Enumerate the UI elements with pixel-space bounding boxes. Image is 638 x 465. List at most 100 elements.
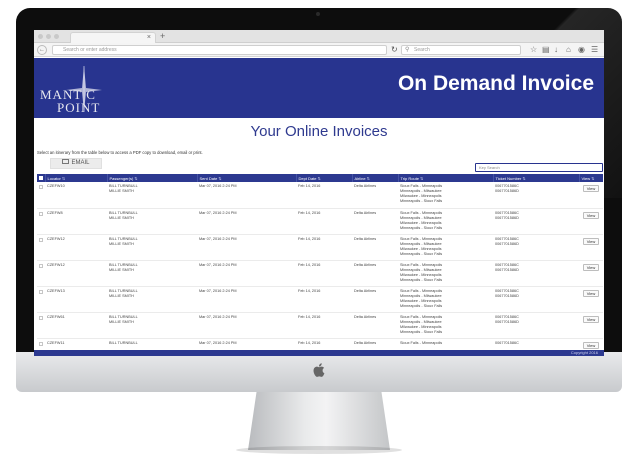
- menu-icon[interactable]: ☰: [591, 44, 598, 56]
- download-icon[interactable]: ↓: [554, 44, 558, 56]
- view-button[interactable]: View: [582, 263, 600, 271]
- email-button-label: EMAIL: [71, 160, 90, 166]
- trip-route-cell: Sioux Falls - Minneapolis Minneapolis - M…: [398, 286, 493, 313]
- sent-date-cell: Mar 07, 2016 2:24 PM: [197, 234, 296, 261]
- ticket-number-cell: 0067701586C 0067701586D: [493, 208, 579, 235]
- table-row[interactable]: CZEFW8 BILL TURNBULL MILLIE SMITH Mar 07, 2…: [37, 208, 603, 235]
- address-bar[interactable]: Search or enter address: [52, 45, 387, 55]
- passengers-cell: BILL TURNBULL MILLIE SMITH: [107, 286, 197, 313]
- airline-cell: Delta Airlines: [352, 208, 398, 235]
- table-row[interactable]: CZEFW10 BILL TURNBULL MILLIE SMITH Mar 07, …: [37, 182, 603, 209]
- table-row[interactable]: CZEFW12 BILL TURNBULL MILLIE SMITH Mar 07, …: [37, 260, 603, 287]
- sent-date-cell: Mar 07, 2016 2:24 PM: [197, 182, 296, 209]
- sort-icon: ⇅: [522, 175, 526, 181]
- browser-tab-bar: × +: [34, 30, 604, 43]
- table-row[interactable]: CZEFW11 BILL TURNBULL Mar 07, 2016 2:24 PM…: [37, 338, 603, 350]
- sort-icon: ⇅: [218, 175, 222, 181]
- sent-date-cell: Mar 07, 2016 2:24 PM: [197, 208, 296, 235]
- sort-icon: ⇅: [591, 175, 595, 181]
- view-cell: View: [579, 338, 603, 350]
- view-button[interactable]: View: [582, 289, 600, 297]
- browser-search-input[interactable]: ⚲ Search: [401, 45, 521, 55]
- dept-date-cell: Feb 14, 2016: [296, 234, 352, 261]
- dept-date-cell: Feb 14, 2016: [296, 338, 352, 350]
- trip-route-cell: Sioux Falls - Minneapolis Minneapolis - M…: [398, 234, 493, 261]
- locator-cell: CZEFW12: [45, 260, 107, 287]
- column-header-passengers[interactable]: Passenger(s)⇅: [107, 174, 198, 182]
- pocket-icon[interactable]: ◉: [578, 44, 585, 56]
- browser-search-placeholder: Search: [414, 47, 430, 53]
- ticket-number-cell: 0067701586C: [493, 338, 579, 350]
- view-button[interactable]: View: [582, 315, 600, 323]
- locator-cell: CZEFW12: [45, 234, 107, 261]
- bookmark-star-icon[interactable]: ☆: [530, 44, 537, 56]
- row-checkbox[interactable]: [37, 260, 45, 287]
- locator-cell: CZEFW11: [45, 338, 107, 350]
- row-checkbox[interactable]: [37, 338, 45, 350]
- trip-route-cell: Sioux Falls - Minneapolis Minneapolis - M…: [398, 182, 493, 209]
- column-header-dept-date[interactable]: Dept Date⇅: [296, 174, 353, 182]
- window-close-control[interactable]: [38, 34, 43, 39]
- instructions-text: Select an itinerary from the table below…: [37, 150, 203, 155]
- window-zoom-control[interactable]: [54, 34, 59, 39]
- key-search-input[interactable]: [475, 163, 603, 172]
- airline-cell: Delta Airlines: [352, 312, 398, 339]
- view-cell: View: [579, 208, 603, 235]
- home-icon[interactable]: ⌂: [566, 44, 571, 56]
- column-header-view[interactable]: View⇅: [579, 174, 603, 182]
- passengers-cell: BILL TURNBULL MILLIE SMITH: [107, 260, 197, 287]
- view-button[interactable]: View: [582, 341, 600, 349]
- row-checkbox[interactable]: [37, 312, 45, 339]
- ticket-number-cell: 0067701586C 0067701586D: [493, 182, 579, 209]
- reading-list-icon[interactable]: ▤: [542, 44, 550, 56]
- reload-icon[interactable]: ↻: [391, 44, 398, 56]
- ticket-number-cell: 0067701586C 0067701586D: [493, 234, 579, 261]
- mantic-point-logo[interactable]: MANT C POINT: [40, 66, 124, 115]
- locator-cell: CZEFW8: [45, 208, 107, 235]
- envelope-icon: [62, 159, 70, 165]
- column-header-trip-route[interactable]: Trip Route⇅: [398, 174, 494, 182]
- table-row[interactable]: CZEFW13 BILL TURNBULL MILLIE SMITH Mar 07, …: [37, 286, 603, 313]
- column-header-locator[interactable]: Locator⇅: [45, 174, 108, 182]
- footer-bar: Copyright 2016: [34, 350, 604, 356]
- row-checkbox[interactable]: [37, 208, 45, 235]
- locator-cell: CZEFW10: [45, 182, 107, 209]
- row-checkbox[interactable]: [37, 234, 45, 261]
- column-header-airline[interactable]: Airline⇅: [352, 174, 399, 182]
- sent-date-cell: Mar 07, 2016 2:24 PM: [197, 312, 296, 339]
- browser-tab[interactable]: ×: [70, 32, 156, 43]
- airline-cell: Delta Airlines: [352, 286, 398, 313]
- select-all-checkbox[interactable]: [37, 174, 46, 182]
- column-header-sent-date[interactable]: Sent Date⇅: [197, 174, 297, 182]
- invoice-table: Locator⇅ Passenger(s)⇅ Sent Date⇅ Dept D…: [37, 174, 603, 350]
- table-row[interactable]: CZEFW61 BILL TURNBULL MILLIE SMITH Mar 07, …: [37, 312, 603, 339]
- view-button[interactable]: View: [582, 211, 600, 219]
- window-minimize-control[interactable]: [46, 34, 51, 39]
- tab-close-icon[interactable]: ×: [147, 33, 151, 43]
- row-checkbox[interactable]: [37, 182, 45, 209]
- monitor-stand: [248, 392, 390, 450]
- view-button[interactable]: View: [582, 237, 600, 245]
- airline-cell: Delta Airlines: [352, 234, 398, 261]
- ticket-number-cell: 0067701586C 0067701586D: [493, 260, 579, 287]
- view-button[interactable]: View: [582, 185, 600, 192]
- sort-icon: ⇅: [61, 175, 66, 181]
- sent-date-cell: Mar 07, 2016 2:24 PM: [197, 338, 296, 350]
- new-tab-icon[interactable]: +: [160, 31, 165, 42]
- dept-date-cell: Feb 14, 2016: [296, 312, 352, 339]
- sort-icon: ⇅: [420, 175, 424, 181]
- back-arrow-icon[interactable]: ←: [37, 45, 47, 55]
- table-row[interactable]: CZEFW12 BILL TURNBULL MILLIE SMITH Mar 07, …: [37, 234, 603, 261]
- view-cell: View: [579, 286, 603, 313]
- copyright-text: Copyright 2016: [570, 350, 598, 355]
- search-icon: ⚲: [405, 47, 410, 53]
- app-title: On Demand Invoice: [397, 72, 594, 95]
- invoice-table-container: Locator⇅ Passenger(s)⇅ Sent Date⇅ Dept D…: [37, 174, 603, 350]
- email-button[interactable]: EMAIL: [50, 158, 102, 169]
- passengers-cell: BILL TURNBULL MILLIE SMITH: [107, 182, 197, 209]
- dept-date-cell: Feb 14, 2016: [296, 260, 352, 287]
- row-checkbox[interactable]: [37, 286, 45, 313]
- sort-icon: ⇅: [317, 175, 321, 181]
- column-header-ticket-number[interactable]: Ticket Number⇅: [493, 174, 580, 182]
- screen: × + ← Search or enter address ↻ ⚲ Search…: [34, 30, 604, 356]
